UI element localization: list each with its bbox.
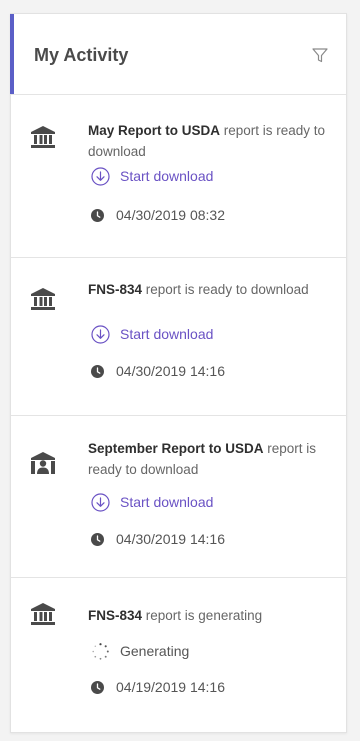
timestamp-text: 04/30/2019 14:16 [116,363,225,379]
start-download-link[interactable]: Start download [91,491,213,513]
bank-icon [31,288,55,310]
report-name: May Report to USDA [88,123,221,138]
activity-item: FNS-834 report is generating Generating … [11,578,346,728]
report-name: FNS-834 [88,608,143,623]
timestamp-text: 04/19/2019 14:16 [116,679,225,695]
timestamp: 04/19/2019 14:16 [91,677,225,697]
download-circle-icon [91,324,110,344]
bank-icon [31,126,55,148]
activity-message: FNS-834 report is ready to download [88,279,338,300]
generating-status: Generating [91,640,189,662]
activity-message: September Report to USDA report is ready… [88,438,338,480]
download-circle-icon [91,166,110,186]
start-download-link[interactable]: Start download [91,323,213,345]
my-activity-panel: My Activity May Report to USDA report is… [10,13,347,733]
panel-header: My Activity [10,14,346,95]
accent-bar [10,14,14,94]
timestamp: 04/30/2019 08:32 [91,205,225,225]
panel-title: My Activity [34,45,129,65]
action-label: Start download [120,326,214,342]
clock-icon [91,532,104,546]
clock-icon [91,680,104,694]
filter-icon[interactable] [311,46,329,64]
activity-message: FNS-834 report is generating [88,605,338,626]
clock-icon [91,364,104,378]
report-name: September Report to USDA [88,441,264,456]
activity-item: May Report to USDA report is ready to do… [11,95,346,258]
action-label: Start download [120,494,214,510]
action-label: Generating [120,643,190,659]
start-download-link[interactable]: Start download [91,165,213,187]
status-text: report is generating [142,608,263,623]
activity-item: FNS-834 report is ready to download Star… [11,258,346,416]
download-circle-icon [91,492,110,512]
bank-user-icon [31,452,55,474]
report-name: FNS-834 [88,282,143,297]
activity-item: September Report to USDA report is ready… [11,416,346,578]
timestamp-text: 04/30/2019 08:32 [116,207,225,223]
action-label: Start download [120,168,214,184]
bank-icon [31,603,55,625]
timestamp-text: 04/30/2019 14:16 [116,531,225,547]
timestamp: 04/30/2019 14:16 [91,361,225,381]
clock-icon [91,208,104,222]
activity-message: May Report to USDA report is ready to do… [88,120,338,162]
status-text: report is ready to download [142,282,309,297]
spinner-icon [92,642,109,660]
timestamp: 04/30/2019 14:16 [91,529,225,549]
